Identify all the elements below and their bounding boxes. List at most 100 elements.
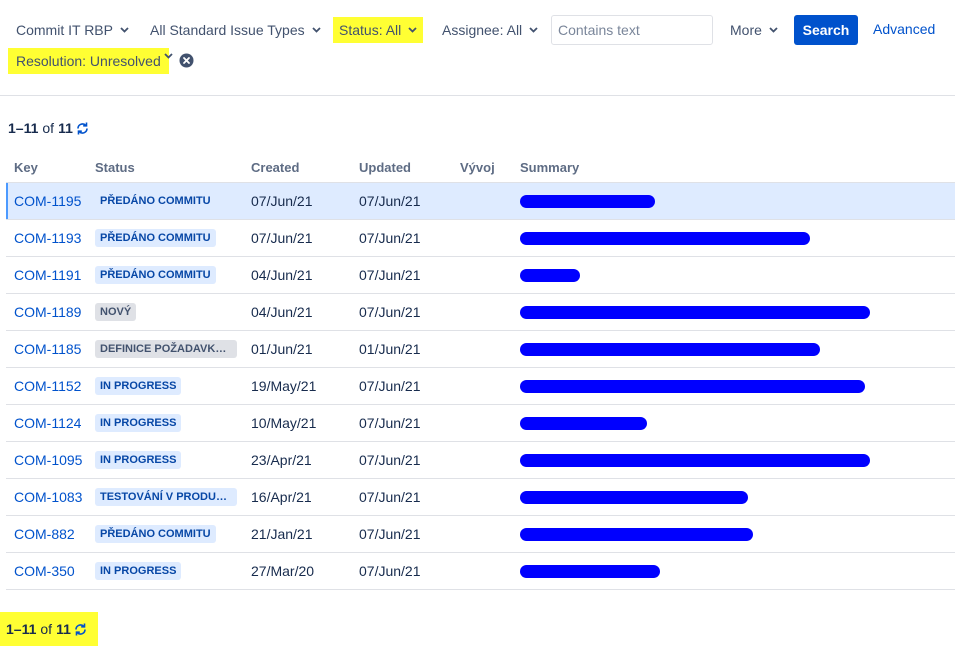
issue-key-cell: COM-1193: [6, 219, 87, 257]
issue-created-cell: 07/Jun/21: [243, 182, 351, 220]
table-row[interactable]: COM-1152 IN PROGRESS 19/May/21 07/Jun/21: [6, 367, 955, 405]
clear-icon[interactable]: [179, 53, 194, 68]
status-lozenge: PŘEDÁNO COMMITU: [95, 228, 216, 247]
search-button[interactable]: Search: [794, 15, 858, 45]
pagination-of: of: [40, 621, 53, 637]
table-row[interactable]: COM-1189 NOVÝ 04/Jun/21 07/Jun/21: [6, 293, 955, 331]
issue-key-link[interactable]: COM-1193: [14, 230, 81, 246]
column-status[interactable]: Status: [87, 154, 243, 183]
table-row[interactable]: COM-350 IN PROGRESS 27/Mar/20 07/Jun/21: [6, 552, 955, 590]
column-vyvoj[interactable]: Vývoj: [452, 154, 512, 183]
project-filter[interactable]: Commit IT RBP: [8, 15, 137, 45]
issue-created-cell: 04/Jun/21: [243, 256, 351, 294]
status-lozenge: IN PROGRESS: [95, 561, 182, 580]
issue-key-cell: COM-1191: [6, 256, 87, 294]
issue-key-link[interactable]: COM-1191: [14, 267, 81, 283]
chevron-down-icon[interactable]: [164, 53, 173, 59]
issue-created-cell: 01/Jun/21: [243, 330, 351, 368]
more-filter-label: More: [730, 22, 762, 38]
table-row[interactable]: COM-1095 IN PROGRESS 23/Apr/21 07/Jun/21: [6, 441, 955, 479]
table-row[interactable]: COM-1185 DEFINICE POŽADAVKU ... 01/Jun/21 0…: [6, 330, 955, 368]
issue-created-cell: 04/Jun/21: [243, 293, 351, 331]
issue-summary-cell[interactable]: [512, 293, 955, 331]
issue-updated-cell: 07/Jun/21: [351, 478, 452, 516]
issue-summary-cell[interactable]: [512, 478, 955, 516]
chevron-down-icon: [311, 27, 321, 33]
column-summary[interactable]: Summary: [512, 154, 955, 183]
table-row[interactable]: COM-1083 TESTOVÁNÍ V PRODUK... 16/Apr/21 07…: [6, 478, 955, 516]
table-row[interactable]: COM-1124 IN PROGRESS 10/May/21 07/Jun/21: [6, 404, 955, 442]
issue-created-cell: 07/Jun/21: [243, 219, 351, 257]
column-key[interactable]: Key: [6, 154, 87, 183]
issue-key-link[interactable]: COM-1185: [14, 341, 81, 357]
pagination-bottom: 1–11 of 11: [0, 612, 98, 646]
issue-key-link[interactable]: COM-1095: [14, 452, 82, 468]
issue-status-cell: NOVÝ: [87, 293, 243, 331]
status-filter-label: Status: All: [339, 22, 402, 38]
pagination-top: 1–11 of 11: [6, 118, 92, 138]
issue-key-link[interactable]: COM-1083: [14, 489, 82, 505]
table-row[interactable]: COM-882 PŘEDÁNO COMMITU 21/Jan/21 07/Jun/21: [6, 515, 955, 553]
issue-summary-cell[interactable]: [512, 367, 955, 405]
issue-summary-cell[interactable]: [512, 182, 955, 220]
status-lozenge: IN PROGRESS: [95, 376, 182, 395]
issue-summary-cell[interactable]: [512, 330, 955, 368]
refresh-icon[interactable]: [75, 121, 90, 136]
assignee-filter-label: Assignee: All: [442, 22, 523, 38]
issue-vyvoj-cell: [452, 552, 512, 590]
redacted-summary: [520, 565, 660, 579]
issue-key-link[interactable]: COM-1189: [14, 304, 81, 320]
issue-updated-cell: 07/Jun/21: [351, 441, 452, 479]
issue-updated-cell: 07/Jun/21: [351, 552, 452, 590]
table-row[interactable]: COM-1191 PŘEDÁNO COMMITU 04/Jun/21 07/Jun/2…: [6, 256, 955, 294]
issue-updated-cell: 01/Jun/21: [351, 330, 452, 368]
issue-type-filter[interactable]: All Standard Issue Types: [142, 15, 329, 45]
filter-bar: Commit IT RBP All Standard Issue Types S…: [0, 0, 955, 96]
issue-summary-cell[interactable]: [512, 256, 955, 294]
issue-status-cell: IN PROGRESS: [87, 552, 243, 590]
chevron-down-icon: [529, 27, 538, 33]
assignee-filter[interactable]: Assignee: All: [434, 15, 546, 45]
issue-rows: COM-1195 PŘEDÁNO COMMITU 07/Jun/21 07/Jun/2…: [6, 182, 955, 590]
issue-summary-cell[interactable]: [512, 441, 955, 479]
redacted-summary: [520, 491, 748, 505]
issue-key-link[interactable]: COM-1152: [14, 378, 81, 394]
issue-summary-cell[interactable]: [512, 219, 955, 257]
table-row[interactable]: COM-1195 PŘEDÁNO COMMITU 07/Jun/21 07/Jun/2…: [6, 182, 955, 220]
issue-created-cell: 21/Jan/21: [243, 515, 351, 553]
search-input[interactable]: [551, 15, 713, 45]
issue-created-cell: 16/Apr/21: [243, 478, 351, 516]
column-updated[interactable]: Updated: [351, 154, 452, 183]
issue-key-link[interactable]: COM-1124: [14, 415, 81, 431]
table-row[interactable]: COM-1193 PŘEDÁNO COMMITU 07/Jun/21 07/Jun/2…: [6, 219, 955, 257]
issue-key-link[interactable]: COM-882: [14, 526, 75, 542]
issue-status-cell: TESTOVÁNÍ V PRODUK...: [87, 478, 243, 516]
issue-key-link[interactable]: COM-1195: [14, 193, 81, 209]
issue-updated-cell: 07/Jun/21: [351, 404, 452, 442]
status-lozenge: PŘEDÁNO COMMITU: [95, 265, 216, 284]
chevron-down-icon: [120, 27, 129, 33]
redacted-summary: [520, 417, 647, 431]
issue-vyvoj-cell: [452, 256, 512, 294]
issue-updated-cell: 07/Jun/21: [351, 256, 452, 294]
redacted-summary: [520, 380, 865, 394]
issue-updated-cell: 07/Jun/21: [351, 515, 452, 553]
issue-key-link[interactable]: COM-350: [14, 563, 75, 579]
more-filter[interactable]: More: [722, 15, 786, 45]
issue-created-cell: 23/Apr/21: [243, 441, 351, 479]
column-created[interactable]: Created: [243, 154, 351, 183]
resolution-filter[interactable]: Resolution: Unresolved: [8, 48, 169, 74]
issue-summary-cell[interactable]: [512, 404, 955, 442]
refresh-icon[interactable]: [73, 622, 88, 637]
issue-vyvoj-cell: [452, 182, 512, 220]
issue-key-cell: COM-1124: [6, 404, 87, 442]
issue-summary-cell[interactable]: [512, 515, 955, 553]
advanced-search-link[interactable]: Advanced: [873, 21, 935, 37]
status-filter[interactable]: Status: All: [333, 17, 424, 43]
issue-vyvoj-cell: [452, 330, 512, 368]
issue-summary-cell[interactable]: [512, 552, 955, 590]
issue-created-cell: 27/Mar/20: [243, 552, 351, 590]
issue-status-cell: PŘEDÁNO COMMITU: [87, 515, 243, 553]
pagination-of: of: [42, 120, 55, 136]
issue-updated-cell: 07/Jun/21: [351, 219, 452, 257]
